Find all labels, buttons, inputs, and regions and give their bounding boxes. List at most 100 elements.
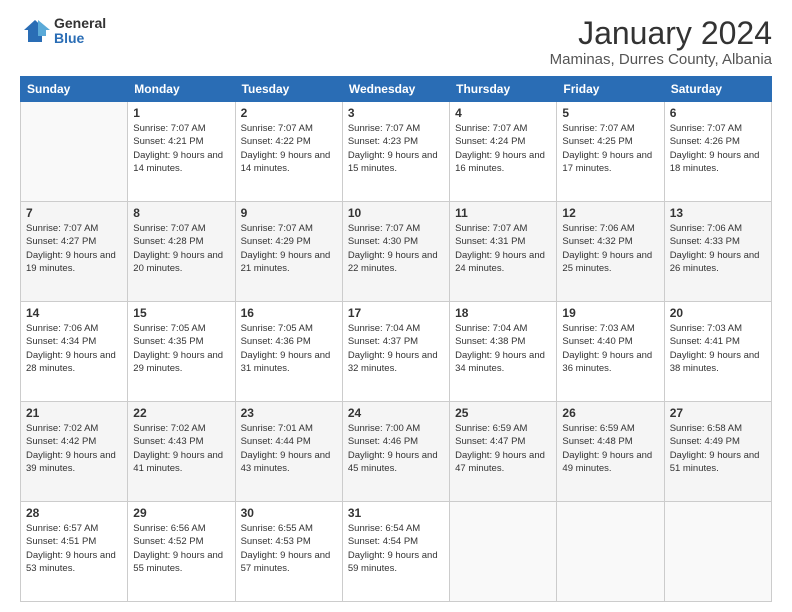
day-number: 31: [348, 506, 444, 520]
day-cell: 9Sunrise: 7:07 AMSunset: 4:29 PMDaylight…: [235, 202, 342, 302]
day-number: 2: [241, 106, 337, 120]
col-tuesday: Tuesday: [235, 77, 342, 102]
day-number: 30: [241, 506, 337, 520]
day-number: 17: [348, 306, 444, 320]
day-cell: 12 Sunrise: 7:06 AMSunset: 4:32 PMDayligh…: [557, 202, 664, 302]
col-sunday: Sunday: [21, 77, 128, 102]
day-detail: Sunrise: 7:07 AMSunset: 4:26 PMDaylight:…: [670, 122, 766, 175]
day-number: 8: [133, 206, 229, 220]
day-number: 4: [455, 106, 551, 120]
day-cell: 16 Sunrise: 7:05 AMSunset: 4:36 PMDayligh…: [235, 302, 342, 402]
day-detail: Sunrise: 6:59 AMSunset: 4:47 PMDaylight:…: [455, 422, 551, 475]
day-cell: 28 Sunrise: 6:57 AMSunset: 4:51 PMDayligh…: [21, 502, 128, 602]
week-row-5: 28 Sunrise: 6:57 AMSunset: 4:51 PMDayligh…: [21, 502, 772, 602]
day-cell: 11Sunrise: 7:07 AMSunset: 4:31 PMDayligh…: [450, 202, 557, 302]
logo-text: General Blue: [54, 16, 106, 47]
calendar-body: 1 Sunrise: 7:07 AMSunset: 4:21 PMDaylight…: [21, 102, 772, 602]
logo-blue: Blue: [54, 31, 106, 46]
week-row-1: 1 Sunrise: 7:07 AMSunset: 4:21 PMDaylight…: [21, 102, 772, 202]
page: General Blue January 2024 Maminas, Durre…: [0, 0, 792, 612]
day-cell: 13 Sunrise: 7:06 AMSunset: 4:33 PMDayligh…: [664, 202, 771, 302]
day-detail: Sunrise: 6:56 AMSunset: 4:52 PMDaylight:…: [133, 522, 229, 575]
col-wednesday: Wednesday: [342, 77, 449, 102]
day-detail: Sunrise: 7:07 AMSunset: 4:21 PMDaylight:…: [133, 122, 229, 175]
day-number: 24: [348, 406, 444, 420]
day-number: 7: [26, 206, 122, 220]
day-detail: Sunrise: 7:03 AMSunset: 4:40 PMDaylight:…: [562, 322, 658, 375]
day-number: 25: [455, 406, 551, 420]
day-detail: Sunrise: 7:02 AMSunset: 4:43 PMDaylight:…: [133, 422, 229, 475]
day-number: 19: [562, 306, 658, 320]
day-cell: 8Sunrise: 7:07 AMSunset: 4:28 PMDaylight…: [128, 202, 235, 302]
day-detail: Sunrise: 6:55 AMSunset: 4:53 PMDaylight:…: [241, 522, 337, 575]
day-number: 26: [562, 406, 658, 420]
day-detail: Sunrise: 7:07 AMSunset: 4:25 PMDaylight:…: [562, 122, 658, 175]
day-number: 5: [562, 106, 658, 120]
day-cell: 19 Sunrise: 7:03 AMSunset: 4:40 PMDayligh…: [557, 302, 664, 402]
header: General Blue January 2024 Maminas, Durre…: [20, 16, 772, 68]
day-detail: Sunrise: 7:07 AMSunset: 4:27 PMDaylight:…: [26, 222, 122, 275]
day-detail: Sunrise: 7:02 AMSunset: 4:42 PMDaylight:…: [26, 422, 122, 475]
day-cell: 26Sunrise: 6:59 AMSunset: 4:48 PMDayligh…: [557, 402, 664, 502]
day-cell: 2Sunrise: 7:07 AMSunset: 4:22 PMDaylight…: [235, 102, 342, 202]
main-title: January 2024: [550, 16, 772, 51]
day-number: 12: [562, 206, 658, 220]
day-detail: Sunrise: 7:05 AMSunset: 4:35 PMDaylight:…: [133, 322, 229, 375]
day-cell: 22 Sunrise: 7:02 AMSunset: 4:43 PMDayligh…: [128, 402, 235, 502]
week-row-3: 14 Sunrise: 7:06 AMSunset: 4:34 PMDayligh…: [21, 302, 772, 402]
calendar-table: Sunday Monday Tuesday Wednesday Thursday…: [20, 76, 772, 602]
day-detail: Sunrise: 6:57 AMSunset: 4:51 PMDaylight:…: [26, 522, 122, 575]
day-cell: 31 Sunrise: 6:54 AMSunset: 4:54 PMDayligh…: [342, 502, 449, 602]
day-cell: 20 Sunrise: 7:03 AMSunset: 4:41 PMDayligh…: [664, 302, 771, 402]
day-number: 29: [133, 506, 229, 520]
day-cell: [557, 502, 664, 602]
day-cell: 5 Sunrise: 7:07 AMSunset: 4:25 PMDaylight…: [557, 102, 664, 202]
day-detail: Sunrise: 7:06 AMSunset: 4:33 PMDaylight:…: [670, 222, 766, 275]
day-number: 18: [455, 306, 551, 320]
day-cell: 15 Sunrise: 7:05 AMSunset: 4:35 PMDayligh…: [128, 302, 235, 402]
day-cell: 6Sunrise: 7:07 AMSunset: 4:26 PMDaylight…: [664, 102, 771, 202]
day-number: 27: [670, 406, 766, 420]
day-number: 16: [241, 306, 337, 320]
day-cell: 24Sunrise: 7:00 AMSunset: 4:46 PMDayligh…: [342, 402, 449, 502]
day-cell: [21, 102, 128, 202]
day-number: 13: [670, 206, 766, 220]
day-detail: Sunrise: 6:54 AMSunset: 4:54 PMDaylight:…: [348, 522, 444, 575]
day-number: 3: [348, 106, 444, 120]
day-detail: Sunrise: 7:03 AMSunset: 4:41 PMDaylight:…: [670, 322, 766, 375]
day-number: 20: [670, 306, 766, 320]
day-cell: 30 Sunrise: 6:55 AMSunset: 4:53 PMDayligh…: [235, 502, 342, 602]
day-cell: 21 Sunrise: 7:02 AMSunset: 4:42 PMDayligh…: [21, 402, 128, 502]
day-number: 1: [133, 106, 229, 120]
day-cell: 10Sunrise: 7:07 AMSunset: 4:30 PMDayligh…: [342, 202, 449, 302]
day-cell: 1 Sunrise: 7:07 AMSunset: 4:21 PMDaylight…: [128, 102, 235, 202]
col-saturday: Saturday: [664, 77, 771, 102]
day-detail: Sunrise: 7:05 AMSunset: 4:36 PMDaylight:…: [241, 322, 337, 375]
day-number: 15: [133, 306, 229, 320]
header-row: Sunday Monday Tuesday Wednesday Thursday…: [21, 77, 772, 102]
col-thursday: Thursday: [450, 77, 557, 102]
day-number: 22: [133, 406, 229, 420]
day-detail: Sunrise: 7:06 AMSunset: 4:32 PMDaylight:…: [562, 222, 658, 275]
day-cell: 3Sunrise: 7:07 AMSunset: 4:23 PMDaylight…: [342, 102, 449, 202]
day-number: 21: [26, 406, 122, 420]
day-number: 28: [26, 506, 122, 520]
day-detail: Sunrise: 7:07 AMSunset: 4:24 PMDaylight:…: [455, 122, 551, 175]
day-cell: [664, 502, 771, 602]
day-cell: [450, 502, 557, 602]
day-detail: Sunrise: 6:58 AMSunset: 4:49 PMDaylight:…: [670, 422, 766, 475]
day-number: 9: [241, 206, 337, 220]
day-cell: 18 Sunrise: 7:04 AMSunset: 4:38 PMDayligh…: [450, 302, 557, 402]
logo: General Blue: [20, 16, 106, 47]
day-detail: Sunrise: 7:04 AMSunset: 4:37 PMDaylight:…: [348, 322, 444, 375]
day-number: 23: [241, 406, 337, 420]
day-cell: 25 Sunrise: 6:59 AMSunset: 4:47 PMDayligh…: [450, 402, 557, 502]
week-row-2: 7 Sunrise: 7:07 AMSunset: 4:27 PMDaylight…: [21, 202, 772, 302]
day-detail: Sunrise: 7:06 AMSunset: 4:34 PMDaylight:…: [26, 322, 122, 375]
day-cell: 14 Sunrise: 7:06 AMSunset: 4:34 PMDayligh…: [21, 302, 128, 402]
logo-general: General: [54, 16, 106, 31]
week-row-4: 21 Sunrise: 7:02 AMSunset: 4:42 PMDayligh…: [21, 402, 772, 502]
day-cell: 17 Sunrise: 7:04 AMSunset: 4:37 PMDayligh…: [342, 302, 449, 402]
day-number: 14: [26, 306, 122, 320]
day-detail: Sunrise: 7:04 AMSunset: 4:38 PMDaylight:…: [455, 322, 551, 375]
